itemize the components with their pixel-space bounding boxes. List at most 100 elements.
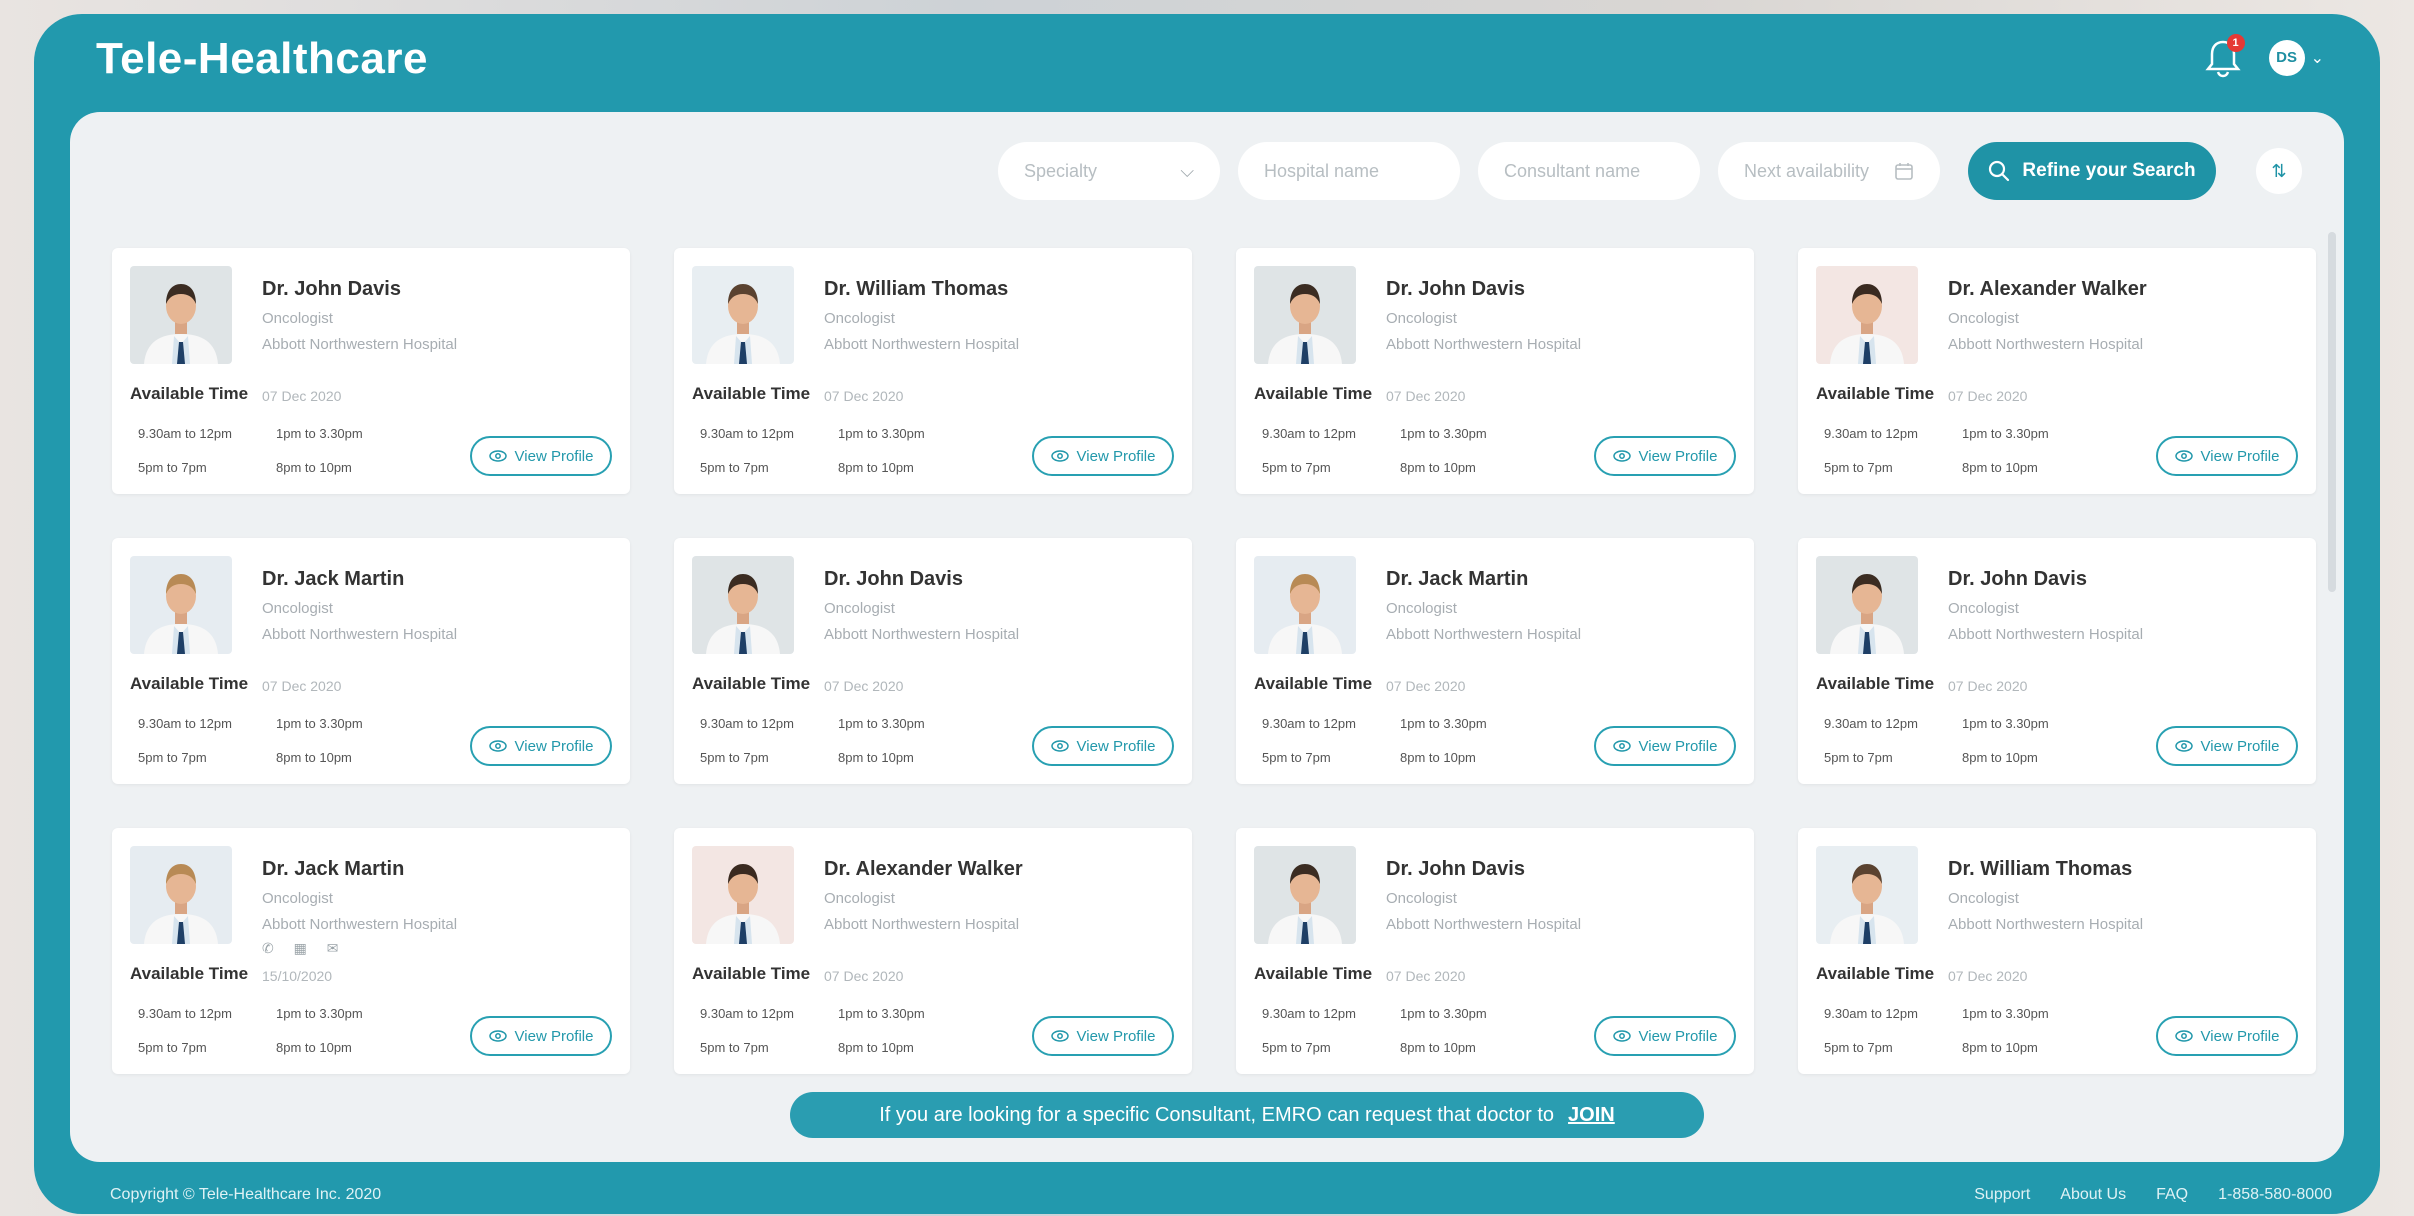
time-slot[interactable]: 1pm to 3.30pm — [1962, 1006, 2049, 1021]
view-profile-button[interactable]: View Profile — [2156, 726, 2298, 766]
view-profile-label: View Profile — [514, 1027, 594, 1045]
available-date: 07 Dec 2020 — [1386, 388, 1466, 404]
time-slot[interactable]: 1pm to 3.30pm — [1962, 716, 2049, 731]
doctor-specialty: Oncologist — [1386, 890, 1457, 907]
doctor-card: Dr. Jack Martin Oncologist Abbott Northwes… — [112, 828, 630, 1074]
doctor-photo — [1816, 846, 1918, 944]
join-link[interactable]: JOIN — [1568, 1104, 1615, 1127]
available-date: 07 Dec 2020 — [1948, 388, 2028, 404]
time-slot[interactable]: 1pm to 3.30pm — [276, 1006, 363, 1021]
eye-icon — [2174, 740, 2193, 752]
time-slot[interactable]: 1pm to 3.30pm — [1400, 1006, 1487, 1021]
view-profile-button[interactable]: View Profile — [470, 436, 612, 476]
support-link[interactable]: Support — [1974, 1186, 2030, 1204]
user-menu[interactable]: DS ⌄ — [2268, 40, 2324, 76]
time-slot[interactable]: 5pm to 7pm — [1824, 750, 1893, 765]
time-slot[interactable]: 9.30am to 12pm — [700, 716, 794, 731]
time-slot[interactable]: 9.30am to 12pm — [1262, 426, 1356, 441]
time-slot[interactable]: 5pm to 7pm — [1824, 1040, 1893, 1055]
time-slot[interactable]: 9.30am to 12pm — [138, 426, 232, 441]
time-slot[interactable]: 9.30am to 12pm — [138, 716, 232, 731]
refine-search-button[interactable]: Refine your Search — [1968, 142, 2216, 200]
view-profile-label: View Profile — [514, 737, 594, 755]
time-slot[interactable]: 8pm to 10pm — [838, 1040, 914, 1055]
eye-icon — [1050, 740, 1069, 752]
doctor-hospital: Abbott Northwestern Hospital — [824, 626, 1020, 643]
time-slot[interactable]: 5pm to 7pm — [138, 750, 207, 765]
time-slot[interactable]: 9.30am to 12pm — [1824, 1006, 1918, 1021]
doctor-name: Dr. William Thomas — [824, 278, 1009, 300]
doctor-card: Dr. John Davis Oncologist Abbott Northwest… — [1236, 828, 1754, 1074]
view-profile-button[interactable]: View Profile — [1594, 436, 1736, 476]
view-profile-button[interactable]: View Profile — [470, 726, 612, 766]
available-date: 07 Dec 2020 — [1948, 678, 2028, 694]
doctor-hospital: Abbott Northwestern Hospital — [262, 916, 458, 933]
view-profile-button[interactable]: View Profile — [1594, 1016, 1736, 1056]
scrollbar[interactable] — [2328, 232, 2336, 592]
time-slot[interactable]: 5pm to 7pm — [700, 460, 769, 475]
time-slot[interactable]: 5pm to 7pm — [700, 750, 769, 765]
faq-link[interactable]: FAQ — [2156, 1186, 2188, 1204]
eye-icon — [488, 450, 507, 462]
time-slot[interactable]: 8pm to 10pm — [838, 460, 914, 475]
time-slot[interactable]: 1pm to 3.30pm — [1400, 426, 1487, 441]
time-slot[interactable]: 1pm to 3.30pm — [838, 426, 925, 441]
time-slot[interactable]: 5pm to 7pm — [1262, 460, 1331, 475]
time-slot[interactable]: 8pm to 10pm — [276, 460, 352, 475]
time-slot[interactable]: 5pm to 7pm — [700, 1040, 769, 1055]
time-slot[interactable]: 8pm to 10pm — [1400, 750, 1476, 765]
notification-bell-icon[interactable]: 1 — [2203, 34, 2245, 80]
view-profile-button[interactable]: View Profile — [2156, 436, 2298, 476]
time-slot[interactable]: 5pm to 7pm — [1262, 1040, 1331, 1055]
doctor-specialty: Oncologist — [1386, 310, 1457, 327]
available-date: 07 Dec 2020 — [824, 968, 904, 984]
view-profile-button[interactable]: View Profile — [1032, 1016, 1174, 1056]
time-slot[interactable]: 9.30am to 12pm — [700, 1006, 794, 1021]
doctor-name: Dr. Alexander Walker — [824, 858, 1023, 880]
time-slot[interactable]: 9.30am to 12pm — [1824, 426, 1918, 441]
time-slot[interactable]: 1pm to 3.30pm — [838, 1006, 925, 1021]
copyright-text: Copyright © Tele-Healthcare Inc. 2020 — [110, 1186, 382, 1203]
time-slot[interactable]: 5pm to 7pm — [138, 460, 207, 475]
view-profile-button[interactable]: View Profile — [1032, 436, 1174, 476]
time-slot[interactable]: 8pm to 10pm — [1962, 1040, 2038, 1055]
time-slot[interactable]: 1pm to 3.30pm — [1962, 426, 2049, 441]
view-profile-button[interactable]: View Profile — [470, 1016, 612, 1056]
view-profile-button[interactable]: View Profile — [1594, 726, 1736, 766]
search-icon — [1989, 160, 2010, 182]
time-slot[interactable]: 9.30am to 12pm — [138, 1006, 232, 1021]
specialty-placeholder: Specialty — [1024, 160, 1098, 181]
time-slot[interactable]: 9.30am to 12pm — [1824, 716, 1918, 731]
sort-icon[interactable]: ⇅ — [2256, 148, 2302, 194]
time-slot[interactable]: 8pm to 10pm — [276, 1040, 352, 1055]
time-slot[interactable]: 9.30am to 12pm — [1262, 716, 1356, 731]
about-link[interactable]: About Us — [2060, 1186, 2126, 1204]
doctor-hospital: Abbott Northwestern Hospital — [824, 916, 1020, 933]
consultant-input[interactable]: Consultant name — [1478, 142, 1700, 200]
time-slot[interactable]: 8pm to 10pm — [1962, 460, 2038, 475]
time-slot[interactable]: 8pm to 10pm — [1400, 460, 1476, 475]
view-profile-button[interactable]: View Profile — [1032, 726, 1174, 766]
time-slot[interactable]: 9.30am to 12pm — [700, 426, 794, 441]
time-slot[interactable]: 8pm to 10pm — [1400, 1040, 1476, 1055]
app-frame: Tele-Healthcare 1 DS ⌄ Specialty ⌵ Hospi… — [34, 14, 2380, 1214]
time-slot[interactable]: 8pm to 10pm — [1962, 750, 2038, 765]
time-slot[interactable]: 1pm to 3.30pm — [838, 716, 925, 731]
time-slot[interactable]: 1pm to 3.30pm — [276, 716, 363, 731]
view-profile-button[interactable]: View Profile — [2156, 1016, 2298, 1056]
specialty-select[interactable]: Specialty ⌵ — [998, 142, 1220, 200]
availability-input[interactable]: Next availability — [1718, 142, 1940, 200]
time-slot[interactable]: 1pm to 3.30pm — [276, 426, 363, 441]
doctor-specialty: Oncologist — [1386, 600, 1457, 617]
view-profile-label: View Profile — [1076, 447, 1156, 465]
time-slot[interactable]: 5pm to 7pm — [1262, 750, 1331, 765]
time-slot[interactable]: 8pm to 10pm — [276, 750, 352, 765]
hospital-input[interactable]: Hospital name — [1238, 142, 1460, 200]
time-slot[interactable]: 1pm to 3.30pm — [1400, 716, 1487, 731]
time-slot[interactable]: 5pm to 7pm — [1824, 460, 1893, 475]
time-slot[interactable]: 9.30am to 12pm — [1262, 1006, 1356, 1021]
doctor-card: Dr. John Davis Oncologist Abbott Northwest… — [674, 538, 1192, 784]
time-slot[interactable]: 8pm to 10pm — [838, 750, 914, 765]
doctor-specialty: Oncologist — [824, 890, 895, 907]
time-slot[interactable]: 5pm to 7pm — [138, 1040, 207, 1055]
